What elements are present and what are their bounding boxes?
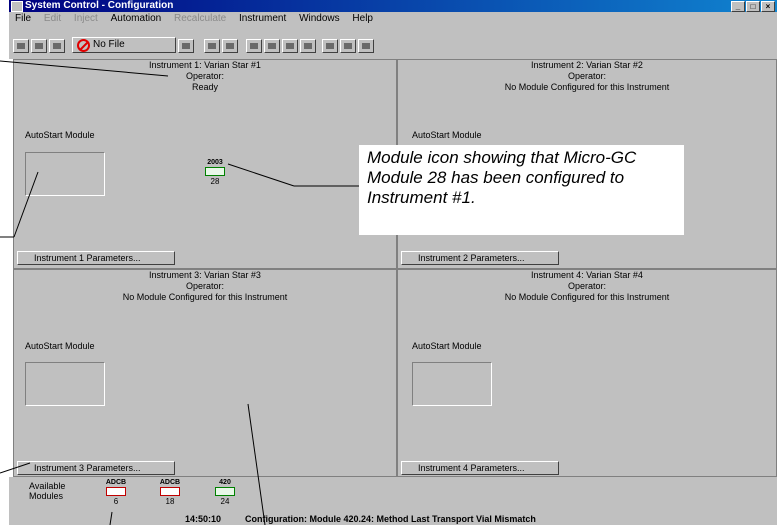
leader-line-module-1	[227, 163, 295, 187]
leader-line-available	[109, 511, 113, 525]
annotation-lines	[0, 60, 359, 525]
leader-line-status	[0, 60, 169, 77]
leader-line-autostart	[13, 171, 39, 238]
leader-line-params-3	[0, 462, 31, 474]
leader-line-status-bar	[247, 403, 266, 525]
